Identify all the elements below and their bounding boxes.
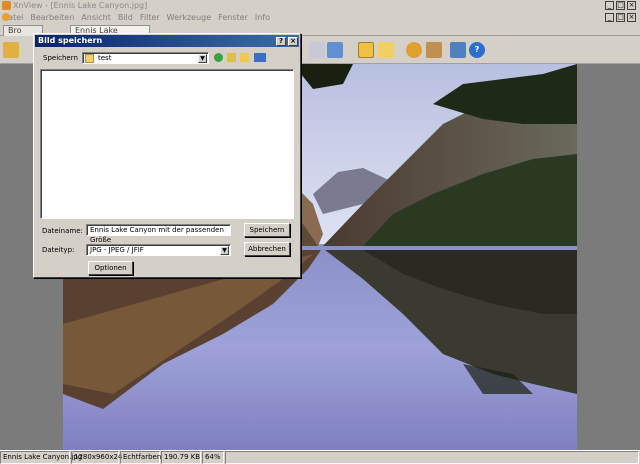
- xnview-app-icon: [2, 1, 11, 10]
- maximize-button[interactable]: □: [616, 1, 625, 10]
- view-menu-icon[interactable]: [254, 53, 266, 62]
- chevron-down-icon[interactable]: ▼: [220, 246, 229, 255]
- help-icon[interactable]: ?: [469, 42, 485, 58]
- dialog-titlebar: Bild speichern ? ×: [35, 35, 299, 47]
- dialog-help-button[interactable]: ?: [276, 37, 286, 46]
- open-folder-icon[interactable]: [358, 42, 374, 58]
- chevron-down-icon[interactable]: ▼: [198, 54, 207, 63]
- save-in-label: Speichern: [43, 54, 78, 62]
- file-list[interactable]: [40, 69, 294, 219]
- status-dimensions: 1280x960x24: [71, 451, 122, 464]
- status-filesize: 190.79 KB: [161, 451, 201, 464]
- menu-bar: Datei Bearbeiten Ansicht Bild Filter Wer…: [0, 11, 640, 23]
- menu-bild[interactable]: Bild: [118, 13, 133, 22]
- menu-filter[interactable]: Filter: [140, 13, 160, 22]
- status-zoom: 64%: [202, 451, 224, 464]
- app-titlebar: XnView - [Ennis Lake Canyon.jpg] _ □ ×: [0, 0, 640, 11]
- window-title: XnView - [Ennis Lake Canyon.jpg]: [13, 1, 148, 10]
- up-folder-icon[interactable]: [227, 53, 236, 62]
- save-image-dialog: Bild speichern ? × Speichern test ▼ Date…: [33, 33, 301, 278]
- menu-bearbeiten[interactable]: Bearbeiten: [30, 13, 74, 22]
- menu-werkzeuge[interactable]: Werkzeuge: [167, 13, 211, 22]
- document-menu-icon[interactable]: [2, 13, 10, 21]
- status-bar: Ennis Lake Canyon.jpg 1280x960x24 Echtfa…: [0, 450, 640, 464]
- folder-value: test: [98, 54, 112, 62]
- scanner-icon[interactable]: [426, 42, 442, 58]
- back-icon[interactable]: [214, 53, 223, 62]
- settings-icon[interactable]: [406, 42, 422, 58]
- menu-ansicht[interactable]: Ansicht: [81, 13, 111, 22]
- status-filename: Ennis Lake Canyon.jpg: [0, 451, 82, 464]
- save-button[interactable]: Speichern: [244, 223, 290, 237]
- new-folder-icon[interactable]: [240, 53, 249, 62]
- status-colormode: Echtfarben: [120, 451, 161, 464]
- menu-info[interactable]: Info: [255, 13, 270, 22]
- filetype-dropdown[interactable]: JPG - JPEG / JFIF ▼: [86, 244, 231, 256]
- slideshow-icon[interactable]: [327, 42, 343, 58]
- save-folder-icon[interactable]: [378, 42, 394, 58]
- close-window-button[interactable]: ×: [627, 1, 636, 10]
- child-restore-button[interactable]: □: [616, 13, 625, 22]
- dialog-title: Bild speichern: [38, 36, 103, 45]
- options-button[interactable]: Optionen: [88, 261, 133, 275]
- child-close-button[interactable]: ×: [627, 13, 636, 22]
- folder-icon: [85, 54, 94, 63]
- minimize-button[interactable]: _: [605, 1, 614, 10]
- filename-label: Dateiname:: [42, 227, 83, 235]
- folder-dropdown[interactable]: test ▼: [82, 52, 209, 64]
- dialog-close-button[interactable]: ×: [288, 37, 298, 46]
- cancel-button[interactable]: Abbrechen: [244, 242, 290, 256]
- browser-tool-icon[interactable]: [3, 42, 19, 58]
- fullscreen-icon[interactable]: [309, 42, 325, 58]
- tab-browser-label: Bro: [8, 26, 22, 35]
- child-minimize-button[interactable]: _: [605, 13, 614, 22]
- filename-input[interactable]: Ennis Lake Canyon mit der passenden Größ…: [86, 224, 231, 244]
- filetype-label: Dateityp:: [42, 246, 75, 254]
- properties-icon[interactable]: [450, 42, 466, 58]
- menu-fenster[interactable]: Fenster: [218, 13, 248, 22]
- filetype-value: JPG - JPEG / JFIF: [90, 246, 144, 254]
- status-spare: [225, 451, 639, 464]
